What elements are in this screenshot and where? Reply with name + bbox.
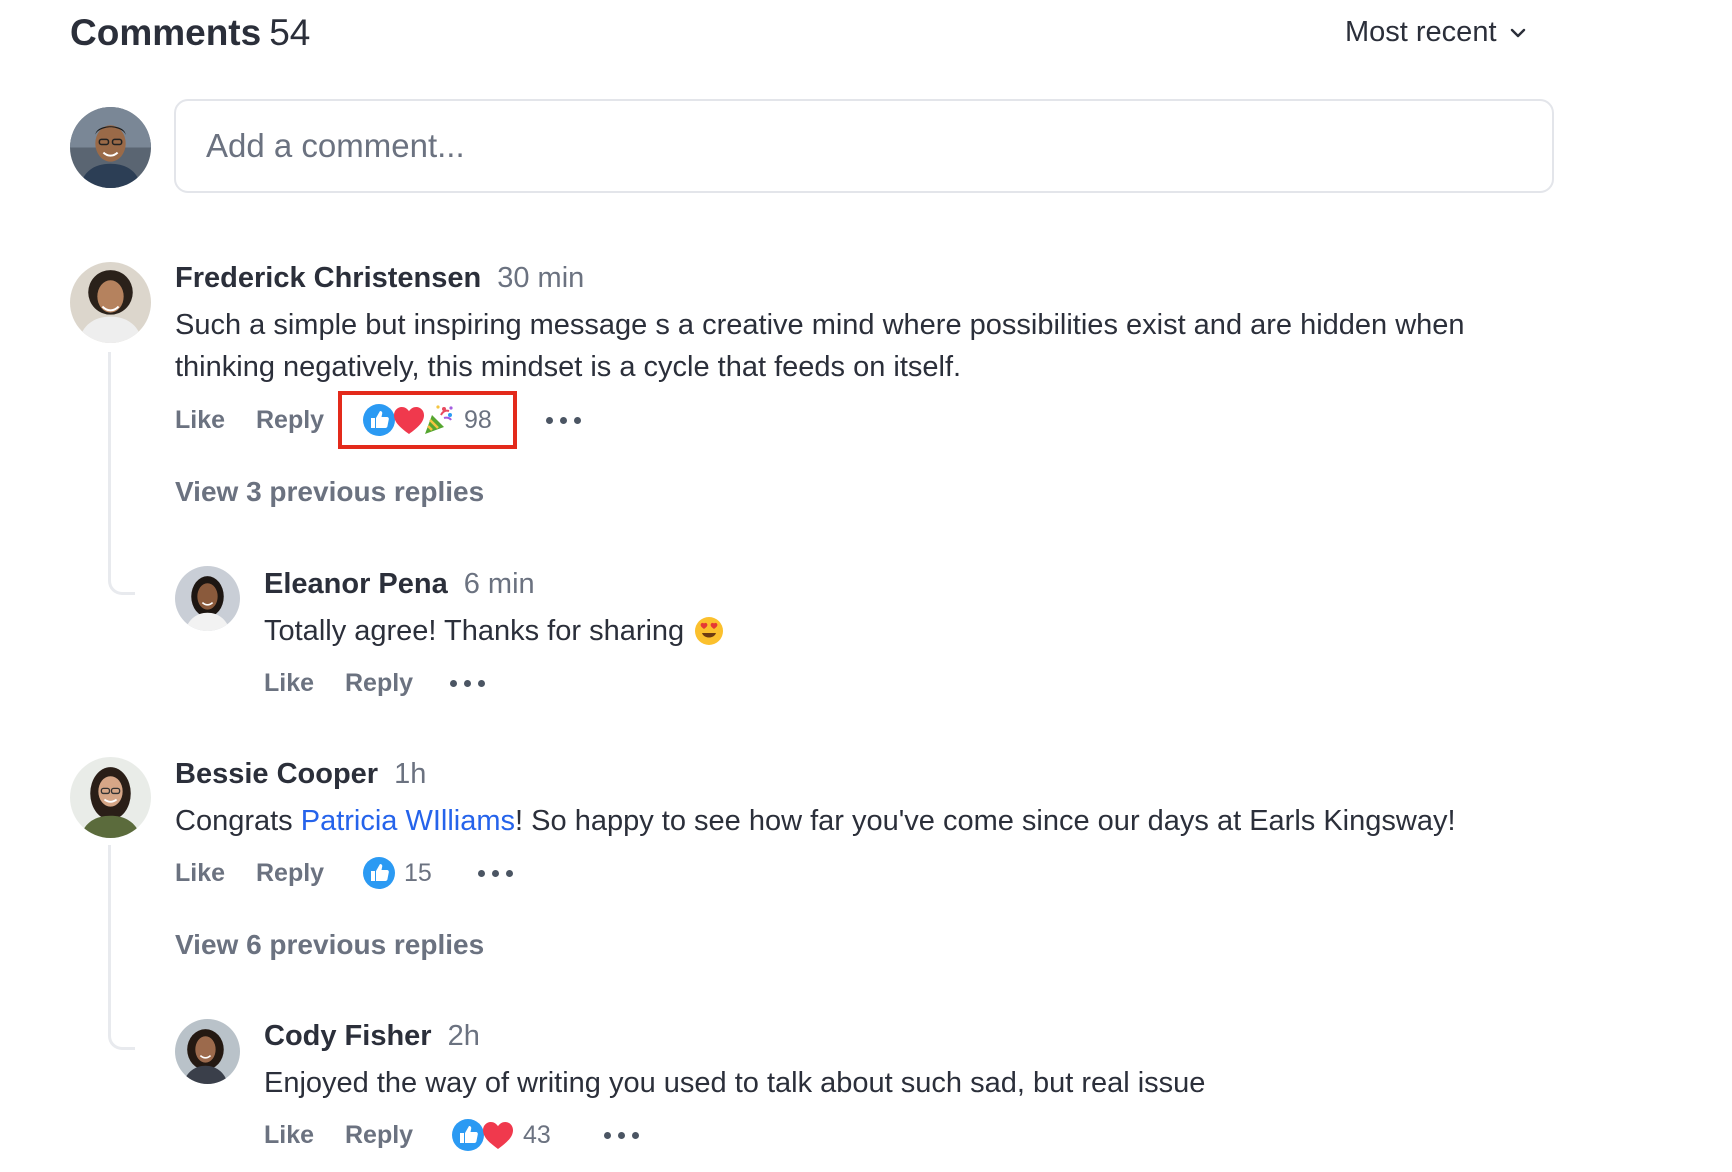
party-popper-reaction-icon	[422, 403, 456, 437]
comment-author[interactable]: Bessie Cooper	[175, 758, 378, 790]
reply-time: 2h	[447, 1020, 480, 1052]
comment-text: Such a simple but inspiring message s a …	[175, 304, 1465, 388]
avatar	[175, 1019, 240, 1084]
view-previous-replies-link[interactable]: View 3 previous replies	[175, 476, 484, 508]
reply-button[interactable]: Reply	[345, 669, 413, 698]
like-button[interactable]: Like	[264, 1121, 314, 1150]
comment-author[interactable]: Frederick Christensen	[175, 262, 481, 294]
reply-button[interactable]: Reply	[345, 1121, 413, 1150]
comment-text-part: Congrats	[175, 805, 301, 837]
sort-dropdown[interactable]: Most recent	[1345, 16, 1527, 49]
reply-text: Enjoyed the way of writing you used to t…	[264, 1067, 1206, 1099]
thread-line	[108, 845, 135, 1050]
reply-button[interactable]: Reply	[256, 406, 324, 435]
mention-link[interactable]: Patricia WIlliams	[301, 805, 515, 837]
comment-time: 1h	[394, 758, 427, 790]
comment-text: Congrats Patricia WIlliams! So happy to …	[175, 800, 1456, 842]
reaction-count: 43	[523, 1120, 551, 1149]
like-button[interactable]: Like	[175, 859, 225, 888]
reply-button[interactable]: Reply	[256, 859, 324, 888]
comment-text-line: thinking negatively, this mindset is a c…	[175, 351, 962, 383]
thumbs-up-reaction-icon	[362, 403, 396, 437]
sort-label: Most recent	[1345, 16, 1497, 48]
reaction-count: 98	[464, 405, 492, 434]
reply-text: Totally agree! Thanks for sharing	[264, 615, 685, 647]
comment-time: 30 min	[497, 262, 585, 294]
heart-eyes-emoji-icon	[695, 617, 724, 645]
current-user-avatar	[70, 107, 151, 188]
more-options-icon[interactable]	[450, 680, 485, 687]
more-options-icon[interactable]	[546, 417, 581, 424]
comments-title: Comments	[70, 12, 262, 53]
more-options-icon[interactable]	[604, 1132, 639, 1139]
reaction-summary[interactable]: 15	[362, 856, 432, 890]
more-options-icon[interactable]	[478, 870, 513, 877]
thread-line	[108, 352, 135, 595]
reaction-count: 15	[404, 858, 432, 887]
reply-header: Eleanor Pena 6 min	[264, 568, 535, 601]
comment-text-part: ! So happy to see how far you've come si…	[515, 805, 1456, 837]
comment-header: Bessie Cooper 1h	[175, 758, 426, 791]
comments-count: 54	[269, 12, 311, 53]
reply-author[interactable]: Eleanor Pena	[264, 568, 448, 600]
reply-header: Cody Fisher 2h	[264, 1020, 480, 1053]
thumbs-up-reaction-icon	[451, 1118, 485, 1152]
comment-header: Frederick Christensen 30 min	[175, 262, 584, 295]
heart-reaction-icon	[392, 403, 426, 437]
comments-header: Comments 54	[70, 12, 310, 54]
reply-text-row: Totally agree! Thanks for sharing	[264, 610, 724, 652]
view-previous-replies-link[interactable]: View 6 previous replies	[175, 929, 484, 961]
avatar	[175, 566, 240, 631]
reaction-summary[interactable]: 43	[451, 1118, 551, 1152]
thumbs-up-reaction-icon	[362, 856, 396, 890]
like-button[interactable]: Like	[264, 669, 314, 698]
chevron-down-icon	[1510, 28, 1525, 37]
reply-author[interactable]: Cody Fisher	[264, 1020, 432, 1052]
avatar	[70, 757, 151, 838]
heart-reaction-icon	[481, 1118, 515, 1152]
reply-time: 6 min	[463, 568, 535, 600]
comment-input[interactable]	[174, 99, 1554, 193]
comment-text-line: Such a simple but inspiring message s a …	[175, 309, 1465, 341]
reaction-summary[interactable]: 98	[362, 403, 492, 437]
like-button[interactable]: Like	[175, 406, 225, 435]
avatar	[70, 262, 151, 343]
